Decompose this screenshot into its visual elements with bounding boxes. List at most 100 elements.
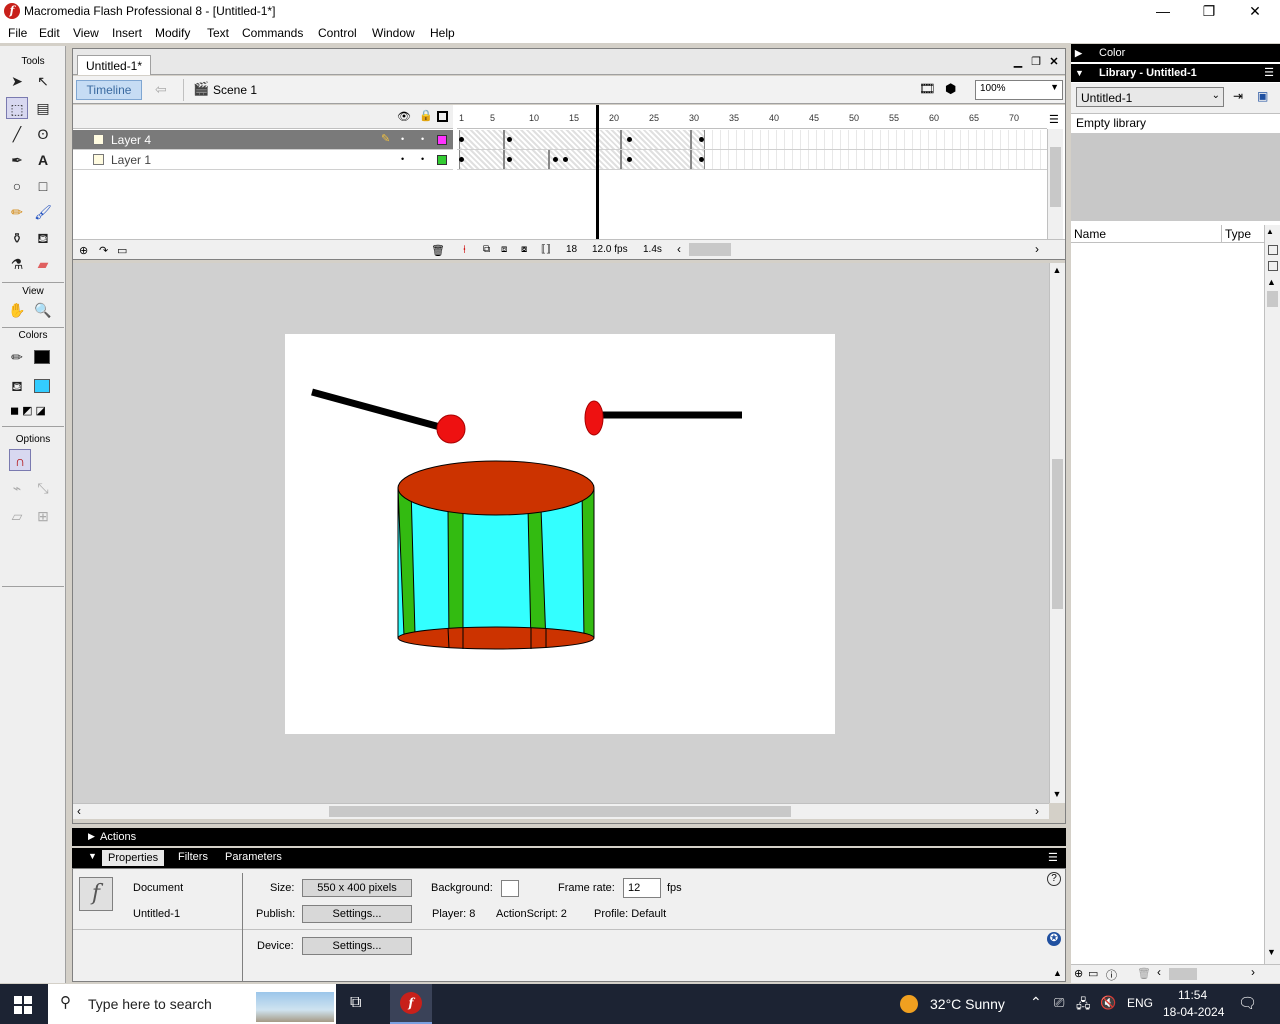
document-tab[interactable]: Untitled-1*	[77, 55, 152, 75]
paint-bucket-tool-icon[interactable]: ⛾	[32, 227, 54, 249]
hand-tool-icon[interactable]: ✋	[6, 299, 28, 321]
frame-row-layer-1[interactable]	[457, 150, 1047, 170]
keyframe[interactable]	[627, 137, 632, 142]
scroll-thumb[interactable]	[329, 806, 791, 817]
timeline-toggle-button[interactable]: Timeline	[76, 80, 142, 100]
playhead[interactable]	[596, 105, 599, 241]
menu-file[interactable]: File	[8, 26, 27, 40]
properties-icon[interactable]: ⓘ	[1106, 967, 1117, 983]
doc-minimize-icon[interactable]: ▁	[1011, 55, 1025, 68]
zoom-tool-icon[interactable]: 🔍	[32, 299, 54, 321]
line-tool-icon[interactable]: ╱	[6, 123, 28, 145]
scroll-down-icon[interactable]: ▼	[1267, 947, 1276, 957]
center-frame-icon[interactable]: ⍿	[463, 244, 466, 257]
add-folder-icon[interactable]: ▭	[117, 244, 127, 257]
network-icon[interactable]: 🖧	[1076, 995, 1091, 1017]
windows-start-icon[interactable]	[14, 996, 32, 1014]
publish-settings-button[interactable]: Settings...	[302, 905, 412, 923]
layer-row-layer-4[interactable]: Layer 4 ✎ • •	[73, 130, 453, 150]
scroll-left-icon[interactable]: ‹	[1157, 965, 1161, 979]
notifications-icon[interactable]: 🗨	[1238, 994, 1257, 1012]
scroll-up-icon[interactable]: ▲	[1267, 277, 1276, 287]
color-panel-header[interactable]: ▶ Color	[1071, 44, 1280, 62]
scroll-thumb[interactable]	[1050, 147, 1061, 207]
menu-window[interactable]: Window	[372, 26, 415, 40]
menu-insert[interactable]: Insert	[112, 26, 142, 40]
scroll-right-icon[interactable]: ›	[1035, 804, 1039, 818]
lock-icon[interactable]: 🔒	[419, 109, 433, 122]
arrow-tool-icon[interactable]: ➤	[6, 70, 28, 92]
menu-commands[interactable]: Commands	[242, 26, 303, 40]
narrow-view-icon[interactable]	[1268, 261, 1278, 271]
modify-markers-icon[interactable]: ⟦⟧	[541, 244, 551, 255]
scroll-left-icon[interactable]: ‹	[77, 804, 81, 818]
size-button[interactable]: 550 x 400 pixels	[302, 879, 412, 897]
eyedropper-tool-icon[interactable]: ⚗	[6, 253, 28, 275]
library-panel-header[interactable]: ▼ Library - Untitled-1 ☰	[1071, 64, 1280, 82]
accessibility-icon[interactable]: ✪	[1047, 932, 1061, 946]
framerate-input[interactable]: 12	[623, 878, 661, 898]
eraser-tool-icon[interactable]: ▰	[32, 253, 54, 275]
layer-color-swatch[interactable]	[437, 135, 447, 145]
clock-date[interactable]: 18-04-2024	[1163, 1005, 1224, 1019]
scroll-thumb[interactable]	[1052, 459, 1063, 609]
outline-icon[interactable]	[437, 111, 448, 122]
keyframe[interactable]	[553, 157, 558, 162]
keyframe[interactable]	[699, 137, 704, 142]
show-hidden-icons-icon[interactable]: ⌃	[1030, 994, 1042, 1011]
keyframe[interactable]	[459, 157, 464, 162]
meet-now-icon[interactable]: ⎚	[1054, 995, 1064, 1011]
visibility-dot[interactable]: •	[401, 154, 404, 164]
wide-view-icon[interactable]	[1268, 245, 1278, 255]
eye-icon[interactable]: 👁	[397, 110, 411, 123]
background-color-swatch[interactable]	[501, 880, 519, 897]
library-vscroll[interactable]: ▲ ▲ ▼	[1264, 225, 1280, 965]
keyframe[interactable]	[507, 157, 512, 162]
taskbar-flash-app[interactable]: f	[390, 984, 432, 1024]
lock-dot[interactable]: •	[421, 134, 424, 144]
edit-multiple-icon[interactable]: ⧇	[521, 244, 527, 255]
snap-magnet-icon[interactable]: ∩	[9, 449, 31, 471]
back-arrow-icon[interactable]: ⇦	[155, 81, 167, 98]
tab-filters[interactable]: Filters	[178, 851, 208, 863]
new-symbol-icon[interactable]: ⊕	[1074, 967, 1083, 980]
menu-help[interactable]: Help	[430, 26, 455, 40]
pencil-tool-icon[interactable]: ✏	[6, 201, 28, 223]
onion-outline-icon[interactable]: ⧈	[501, 244, 507, 255]
help-icon[interactable]: ?	[1047, 872, 1061, 886]
sort-icon[interactable]: ▲	[1266, 227, 1274, 236]
keyframe[interactable]	[699, 157, 704, 162]
free-transform-tool-icon[interactable]: ⬚	[6, 97, 28, 119]
menu-modify[interactable]: Modify	[155, 26, 190, 40]
fill-transform-tool-icon[interactable]: ▤	[32, 97, 54, 119]
subselect-tool-icon[interactable]: ↖	[32, 70, 54, 92]
timeline-hscroll-thumb[interactable]	[689, 243, 731, 256]
left-drumstick-head[interactable]	[436, 414, 466, 444]
pen-tool-icon[interactable]: ✒	[6, 149, 28, 171]
frame-row-layer-4[interactable]	[457, 130, 1047, 150]
text-tool-icon[interactable]: A	[32, 149, 54, 171]
visibility-dot[interactable]: •	[401, 134, 404, 144]
doc-restore-icon[interactable]: ❐	[1029, 55, 1043, 68]
menu-control[interactable]: Control	[318, 26, 357, 40]
delete-icon[interactable]: 🗑	[1137, 967, 1151, 980]
stage[interactable]	[285, 334, 835, 734]
stage-hscroll[interactable]: ‹ ›	[73, 803, 1049, 819]
new-library-icon[interactable]: ▣	[1257, 89, 1268, 103]
device-settings-button[interactable]: Settings...	[302, 937, 412, 955]
menu-view[interactable]: View	[73, 26, 99, 40]
oval-tool-icon[interactable]: ○	[6, 175, 28, 197]
collapse-arrow-icon[interactable]: ▼	[88, 851, 97, 861]
onion-skin-icon[interactable]: ⧉	[483, 244, 490, 255]
maximize-button[interactable]: ❐	[1186, 0, 1232, 23]
tab-properties[interactable]: Properties	[102, 850, 165, 866]
doc-close-icon[interactable]: ✕	[1047, 55, 1061, 68]
right-drumstick-head[interactable]	[584, 400, 604, 436]
color-mode-buttons[interactable]: ◼◩◪	[10, 404, 60, 417]
resize-arrow-icon[interactable]: ▲	[1053, 968, 1062, 978]
fill-color-swatch[interactable]	[34, 379, 50, 393]
actions-panel-header[interactable]: ▶ Actions	[72, 828, 1066, 846]
lasso-tool-icon[interactable]: ʘ	[32, 123, 54, 145]
close-button[interactable]: ✕	[1232, 0, 1278, 23]
menu-text[interactable]: Text	[207, 26, 229, 40]
